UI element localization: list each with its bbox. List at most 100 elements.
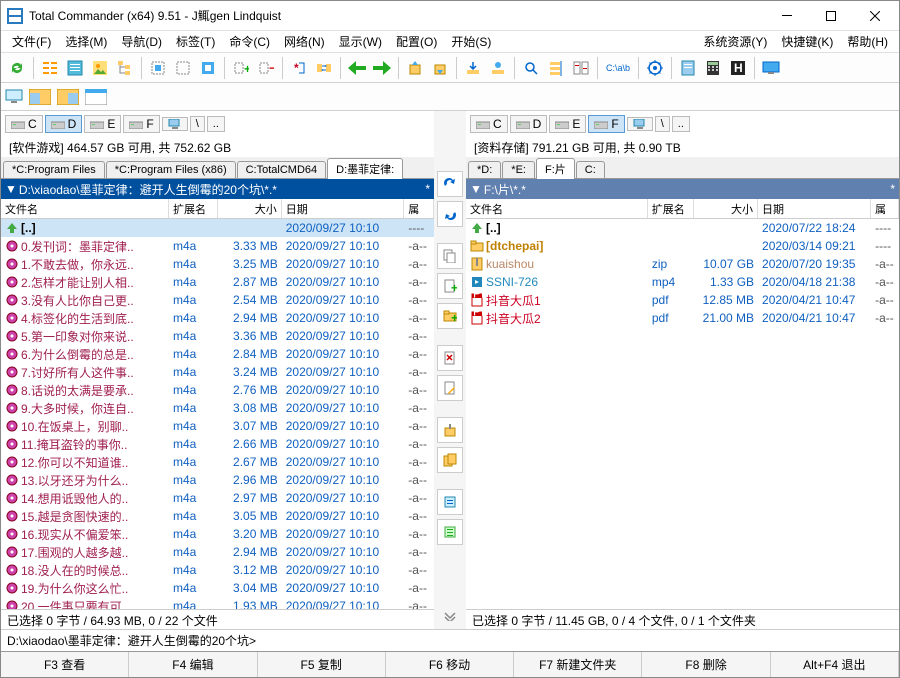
drive-nav[interactable]: \ — [655, 116, 670, 132]
forward-button[interactable] — [370, 56, 394, 80]
tab[interactable]: F:片 — [536, 158, 575, 179]
file-row[interactable]: 6.为什么倒霉的总是..m4a2.84 MB2020/09/27 10:10-a… — [1, 345, 434, 363]
ftp-new-button[interactable] — [486, 56, 510, 80]
right-filelist[interactable]: [..]2020/07/22 18:24----[dtchepai]2020/0… — [466, 219, 899, 609]
drive-nav[interactable]: \ — [190, 116, 205, 132]
panel-right-icon[interactable] — [57, 89, 83, 105]
menu-item[interactable]: 帮助(H) — [840, 33, 895, 51]
hex-button[interactable]: H — [726, 56, 750, 80]
desktop-button[interactable] — [759, 56, 783, 80]
fnkey[interactable]: F7 新建文件夹 — [514, 652, 642, 677]
file-row[interactable]: 3.没有人比你自己更..m4a2.54 MB2020/09/27 10:10-a… — [1, 291, 434, 309]
fnkey[interactable]: F5 复制 — [258, 652, 386, 677]
edit-button[interactable] — [437, 375, 463, 401]
menu-item[interactable]: 导航(D) — [114, 33, 169, 51]
file-row[interactable]: kuaishouzip10.07 GB2020/07/20 19:35-a-- — [466, 255, 899, 273]
col-date[interactable]: 日期 — [758, 199, 871, 218]
col-ext[interactable]: 扩展名 — [169, 199, 218, 218]
drive-network[interactable] — [627, 117, 653, 131]
ftp-connect-button[interactable] — [461, 56, 485, 80]
view-tree-button[interactable] — [113, 56, 137, 80]
tab[interactable]: E: — [502, 161, 535, 178]
file-row[interactable]: 11.掩耳盗铃的事你..m4a2.66 MB2020/09/27 10:10-a… — [1, 435, 434, 453]
new-file-button[interactable]: + — [437, 273, 463, 299]
fnkey[interactable]: Alt+F4 退出 — [771, 652, 899, 677]
file-row[interactable]: 1.不敢去做，你永远..m4a3.25 MB2020/09/27 10:10-a… — [1, 255, 434, 273]
tab[interactable]: C:Program Files — [3, 161, 105, 178]
file-row[interactable]: 8.话说的太满是要承..m4a2.76 MB2020/09/27 10:10-a… — [1, 381, 434, 399]
drive-button-d[interactable]: D — [510, 115, 548, 133]
col-ext[interactable]: 扩展名 — [648, 199, 694, 218]
menu-item[interactable]: 选择(M) — [58, 33, 114, 51]
file-row[interactable]: 12.你可以不知道谁..m4a2.67 MB2020/09/27 10:10-a… — [1, 453, 434, 471]
select-all-button[interactable] — [146, 56, 170, 80]
delete-button[interactable] — [437, 345, 463, 371]
invert-select-button[interactable] — [196, 56, 220, 80]
col-attr[interactable]: 属性 — [404, 199, 434, 218]
maximize-button[interactable] — [809, 2, 853, 30]
updir-row[interactable]: [..]2020/07/22 18:24---- — [466, 219, 899, 237]
left-filelist[interactable]: [..]2020/09/27 10:10----0.发刊词：墨菲定律..m4a3… — [1, 219, 434, 609]
file-row[interactable]: 18.没人在的时候总..m4a3.12 MB2020/09/27 10:10-a… — [1, 561, 434, 579]
fnkey[interactable]: F4 编辑 — [129, 652, 257, 677]
file-row[interactable]: 19.为什么你这么忙..m4a3.04 MB2020/09/27 10:10-a… — [1, 579, 434, 597]
drive-button-f[interactable]: F — [123, 115, 159, 133]
notepad-button[interactable] — [676, 56, 700, 80]
drive-button-d[interactable]: D — [45, 115, 83, 133]
menu-item[interactable]: 显示(W) — [332, 33, 389, 51]
view-mid-button[interactable] — [437, 489, 463, 515]
tab[interactable]: C:TotalCMD64 — [237, 161, 327, 178]
unpack-button[interactable] — [428, 56, 452, 80]
col-date[interactable]: 日期 — [282, 199, 405, 218]
menu-item[interactable]: 系统资源(Y) — [696, 33, 774, 51]
col-name[interactable]: 文件名 — [1, 199, 169, 218]
view-brief-button[interactable] — [38, 56, 62, 80]
list-mid-button[interactable] — [437, 519, 463, 545]
menu-item[interactable]: 配置(O) — [389, 33, 444, 51]
view-thumb-button[interactable] — [88, 56, 112, 80]
drive-nav[interactable]: .. — [207, 116, 225, 132]
reload-button[interactable] — [5, 56, 29, 80]
file-row[interactable]: PDF抖音大瓜2pdf21.00 MB2020/04/21 10:47-a-- — [466, 309, 899, 327]
multirename-button[interactable] — [544, 56, 568, 80]
file-row[interactable]: 9.大多时候，你连自..m4a3.08 MB2020/09/27 10:10-a… — [1, 399, 434, 417]
view-full-button[interactable] — [63, 56, 87, 80]
file-row[interactable]: 20.一件事只要有可..m4a1.93 MB2020/09/27 10:10-a… — [1, 597, 434, 609]
select-none-button[interactable] — [171, 56, 195, 80]
file-row[interactable]: 10.在饭桌上，别聊..m4a3.07 MB2020/09/27 10:10-a… — [1, 417, 434, 435]
updir-row[interactable]: [..]2020/09/27 10:10---- — [1, 219, 434, 237]
tab[interactable]: D:墨菲定律: — [327, 158, 403, 179]
drive-button-f[interactable]: F — [588, 115, 624, 133]
pack-mid-button[interactable] — [437, 417, 463, 443]
drive-nav[interactable]: .. — [672, 116, 690, 132]
drive-button-c[interactable]: C — [5, 115, 43, 133]
file-row[interactable]: PDF抖音大瓜1pdf12.85 MB2020/04/21 10:47-a-- — [466, 291, 899, 309]
fnkey[interactable]: F8 删除 — [642, 652, 770, 677]
menu-item[interactable]: 网络(N) — [277, 33, 332, 51]
tab[interactable]: C: — [576, 161, 605, 178]
settings-button[interactable] — [643, 56, 667, 80]
sync-button[interactable] — [312, 56, 336, 80]
col-size[interactable]: 大小 — [218, 199, 281, 218]
menu-item[interactable]: 标签(T) — [169, 33, 222, 51]
cmd-button[interactable]: C:\a\b — [602, 56, 634, 80]
file-row[interactable]: 4.标签化的生活到底..m4a2.94 MB2020/09/27 10:10-a… — [1, 309, 434, 327]
search-button[interactable] — [519, 56, 543, 80]
file-row[interactable]: SSNI-726mp41.33 GB2020/04/18 21:38-a-- — [466, 273, 899, 291]
minimize-button[interactable] — [765, 2, 809, 30]
col-size[interactable]: 大小 — [694, 199, 758, 218]
computer-icon[interactable] — [5, 89, 25, 105]
col-attr[interactable]: 属性 — [871, 199, 899, 218]
right-pathbar[interactable]: ▼F:\片\*.** — [466, 179, 899, 199]
compare-button[interactable] — [569, 56, 593, 80]
pack-button[interactable] — [403, 56, 427, 80]
equal-button[interactable] — [437, 201, 463, 227]
file-row[interactable]: 2.怎样才能让别人相..m4a2.87 MB2020/09/27 10:10-a… — [1, 273, 434, 291]
menu-item[interactable]: 开始(S) — [444, 33, 498, 51]
file-row[interactable]: 5.第一印象对你来说..m4a3.36 MB2020/09/27 10:10-a… — [1, 327, 434, 345]
swap-button[interactable] — [437, 171, 463, 197]
menu-item[interactable]: 命令(C) — [222, 33, 277, 51]
panel-left-icon[interactable] — [29, 89, 55, 105]
menu-item[interactable]: 快捷键(K) — [774, 33, 840, 51]
file-row[interactable]: 17.围观的人越多越..m4a2.94 MB2020/09/27 10:10-a… — [1, 543, 434, 561]
